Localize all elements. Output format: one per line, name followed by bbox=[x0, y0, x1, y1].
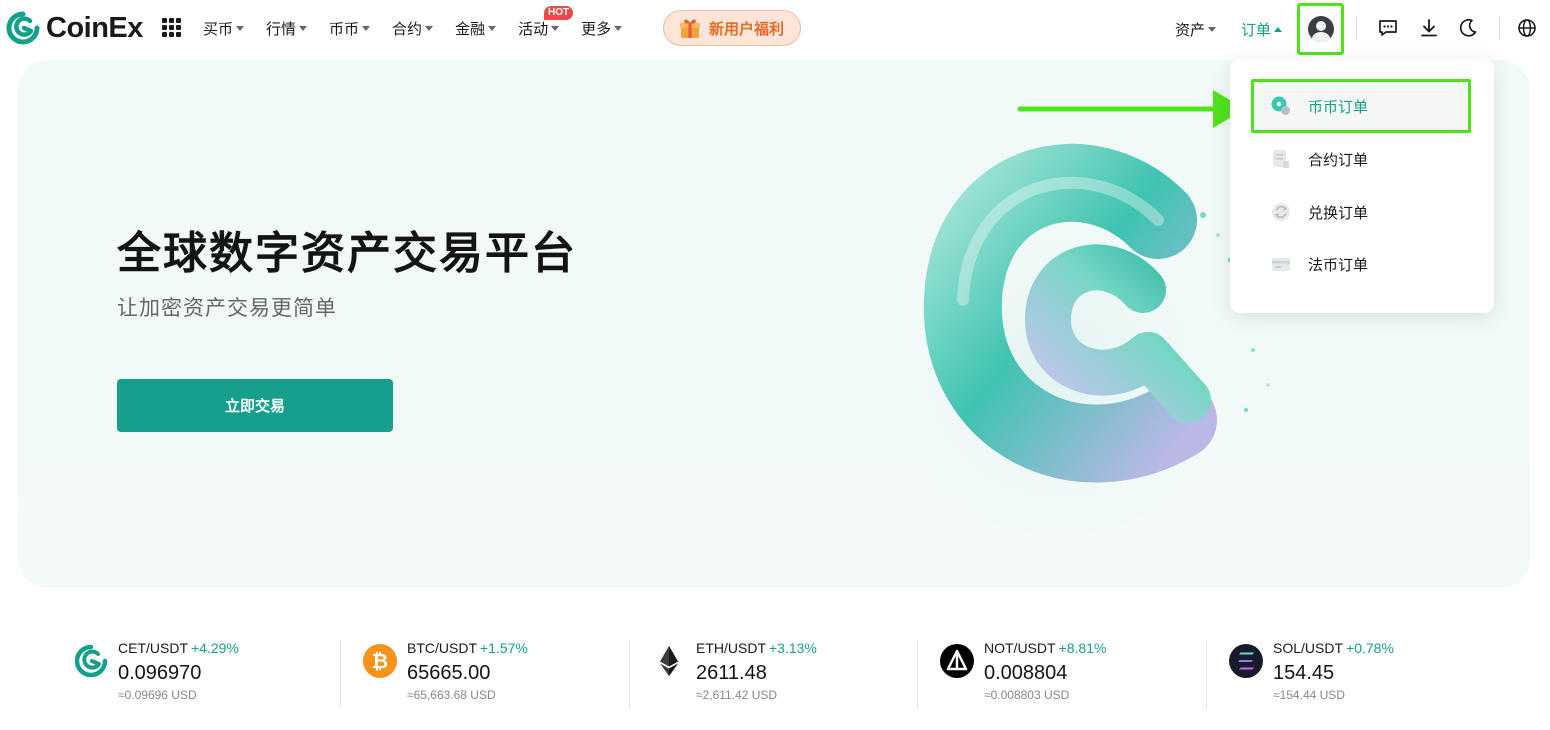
svg-text:₿: ₿ bbox=[372, 651, 388, 673]
ticker-usd-value: ≈65,663.68 USD bbox=[407, 688, 496, 702]
divider bbox=[917, 640, 918, 708]
ticker-usd-value: ≈0.09696 USD bbox=[118, 688, 197, 702]
divider bbox=[1206, 640, 1207, 708]
nav-futures[interactable]: 合约 bbox=[392, 18, 434, 39]
fiat-order-icon bbox=[1272, 258, 1290, 271]
coinex-logo-icon bbox=[6, 11, 40, 45]
menu-item-swap-orders[interactable]: 兑换订单 bbox=[1252, 187, 1470, 237]
swap-order-icon bbox=[1272, 203, 1290, 221]
nav-spot[interactable]: 币币 bbox=[329, 18, 371, 39]
caret-down-icon bbox=[236, 26, 245, 31]
ticker-card-cet[interactable]: CET/USDT +4.29% 0.096970 ≈0.09696 USD bbox=[74, 640, 314, 708]
eth-coin-icon bbox=[660, 646, 678, 676]
orders-dropdown-menu: 币币订单 合约订单 兑换订单 法币订单 bbox=[1230, 59, 1494, 313]
ticker-usd-value: ≈0.008803 USD bbox=[984, 688, 1070, 702]
ticker-price: 0.008804 bbox=[984, 662, 1068, 684]
main-nav: 买币 行情 币币 合约 金融 活动 HOT 更多 bbox=[203, 5, 644, 39]
ticker-change: +3.13% bbox=[769, 640, 817, 656]
ticker-change: +4.29% bbox=[191, 640, 239, 656]
btc-coin-icon: ₿ bbox=[363, 644, 397, 678]
ticker-card-sol[interactable]: SOL/USDT +0.78% 154.45 ≈154.44 USD bbox=[1229, 640, 1469, 708]
caret-down-icon bbox=[1208, 27, 1217, 32]
hero-subtitle: 让加密资产交易更简单 bbox=[117, 296, 337, 320]
sol-coin-icon bbox=[1229, 644, 1263, 678]
ticker-pair: CET/USDT bbox=[118, 640, 188, 656]
ticker-change: +1.57% bbox=[480, 640, 528, 656]
divider bbox=[340, 640, 341, 708]
market-ticker-strip: CET/USDT +4.29% 0.096970 ≈0.09696 USD ₿ B… bbox=[0, 630, 1550, 710]
ticker-change: +8.81% bbox=[1058, 640, 1107, 656]
orders-label: 订单 bbox=[1241, 20, 1272, 39]
ticker-usd-value: ≈154.44 USD bbox=[1273, 688, 1345, 702]
cet-coin-icon bbox=[74, 644, 108, 678]
assets-label: 资产 bbox=[1175, 20, 1206, 39]
apps-grid-icon[interactable] bbox=[162, 18, 181, 37]
caret-down-icon bbox=[614, 26, 623, 31]
ticker-card-eth[interactable]: ETH/USDT +3.13% 2611.48 ≈2,611.42 USD bbox=[652, 640, 892, 708]
ticker-pair: BTC/USDT bbox=[407, 640, 477, 656]
coinex-logo[interactable]: CoinEx bbox=[6, 10, 143, 46]
nav-markets[interactable]: 行情 bbox=[266, 18, 308, 39]
menu-item-fiat-orders[interactable]: 法币订单 bbox=[1252, 239, 1470, 289]
ticker-price: 2611.48 bbox=[696, 662, 767, 684]
new-user-bonus-label: 新用户福利 bbox=[709, 19, 785, 38]
caret-down-icon bbox=[362, 26, 371, 31]
divider bbox=[1356, 17, 1357, 39]
ticker-pair: SOL/USDT bbox=[1273, 640, 1344, 656]
not-coin-icon bbox=[940, 644, 974, 678]
spot-order-icon bbox=[1271, 96, 1290, 115]
nav-buy-crypto[interactable]: 买币 bbox=[203, 18, 245, 39]
user-avatar-button[interactable] bbox=[1297, 3, 1344, 55]
caret-down-icon bbox=[551, 26, 560, 31]
nav-more[interactable]: 更多 bbox=[581, 18, 623, 39]
gift-icon bbox=[680, 19, 700, 38]
ticker-price: 65665.00 bbox=[407, 662, 491, 684]
caret-up-icon bbox=[1274, 27, 1283, 32]
ticker-price: 154.45 bbox=[1273, 662, 1335, 684]
new-user-bonus-button[interactable]: 新用户福利 bbox=[663, 10, 801, 46]
green-arrow-annotation bbox=[1017, 90, 1245, 128]
nav-activities[interactable]: 活动 HOT bbox=[518, 5, 574, 39]
ticker-pair: NOT/USDT bbox=[984, 640, 1056, 656]
ticker-price: 0.096970 bbox=[118, 662, 202, 684]
chat-icon[interactable] bbox=[1377, 17, 1399, 39]
ticker-pair: ETH/USDT bbox=[696, 640, 766, 656]
caret-down-icon bbox=[425, 26, 434, 31]
hero-title: 全球数字资产交易平台 bbox=[117, 228, 577, 279]
caret-down-icon bbox=[488, 26, 497, 31]
brand-name: CoinEx bbox=[46, 11, 143, 44]
futures-order-icon bbox=[1273, 150, 1289, 168]
menu-item-futures-orders[interactable]: 合约订单 bbox=[1252, 134, 1470, 184]
globe-icon[interactable] bbox=[1516, 17, 1538, 39]
hot-badge: HOT bbox=[543, 5, 574, 20]
assets-menu[interactable]: 资产 bbox=[1175, 0, 1217, 58]
download-icon[interactable] bbox=[1418, 17, 1440, 39]
ticker-card-btc[interactable]: ₿ BTC/USDT +1.57% 65665.00 ≈65,663.68 USD bbox=[363, 640, 603, 708]
divider bbox=[629, 640, 630, 708]
caret-down-icon bbox=[299, 26, 308, 31]
nav-finance[interactable]: 金融 bbox=[455, 18, 497, 39]
ticker-usd-value: ≈2,611.42 USD bbox=[696, 688, 778, 702]
trade-now-button[interactable]: 立即交易 bbox=[117, 379, 393, 432]
divider bbox=[1499, 17, 1500, 39]
orders-menu[interactable]: 订单 bbox=[1241, 0, 1283, 58]
ticker-card-not[interactable]: NOT/USDT +8.81% 0.008804 ≈0.008803 USD bbox=[940, 640, 1180, 708]
ticker-change: +0.78% bbox=[1346, 640, 1394, 656]
top-navbar: CoinEx 买币 行情 币币 合约 金融 活动 HOT 更多 新用户福利 资产 … bbox=[0, 0, 1550, 58]
user-avatar-icon bbox=[1307, 16, 1334, 42]
moon-icon[interactable] bbox=[1457, 17, 1479, 39]
menu-item-spot-orders[interactable]: 币币订单 bbox=[1251, 79, 1471, 133]
